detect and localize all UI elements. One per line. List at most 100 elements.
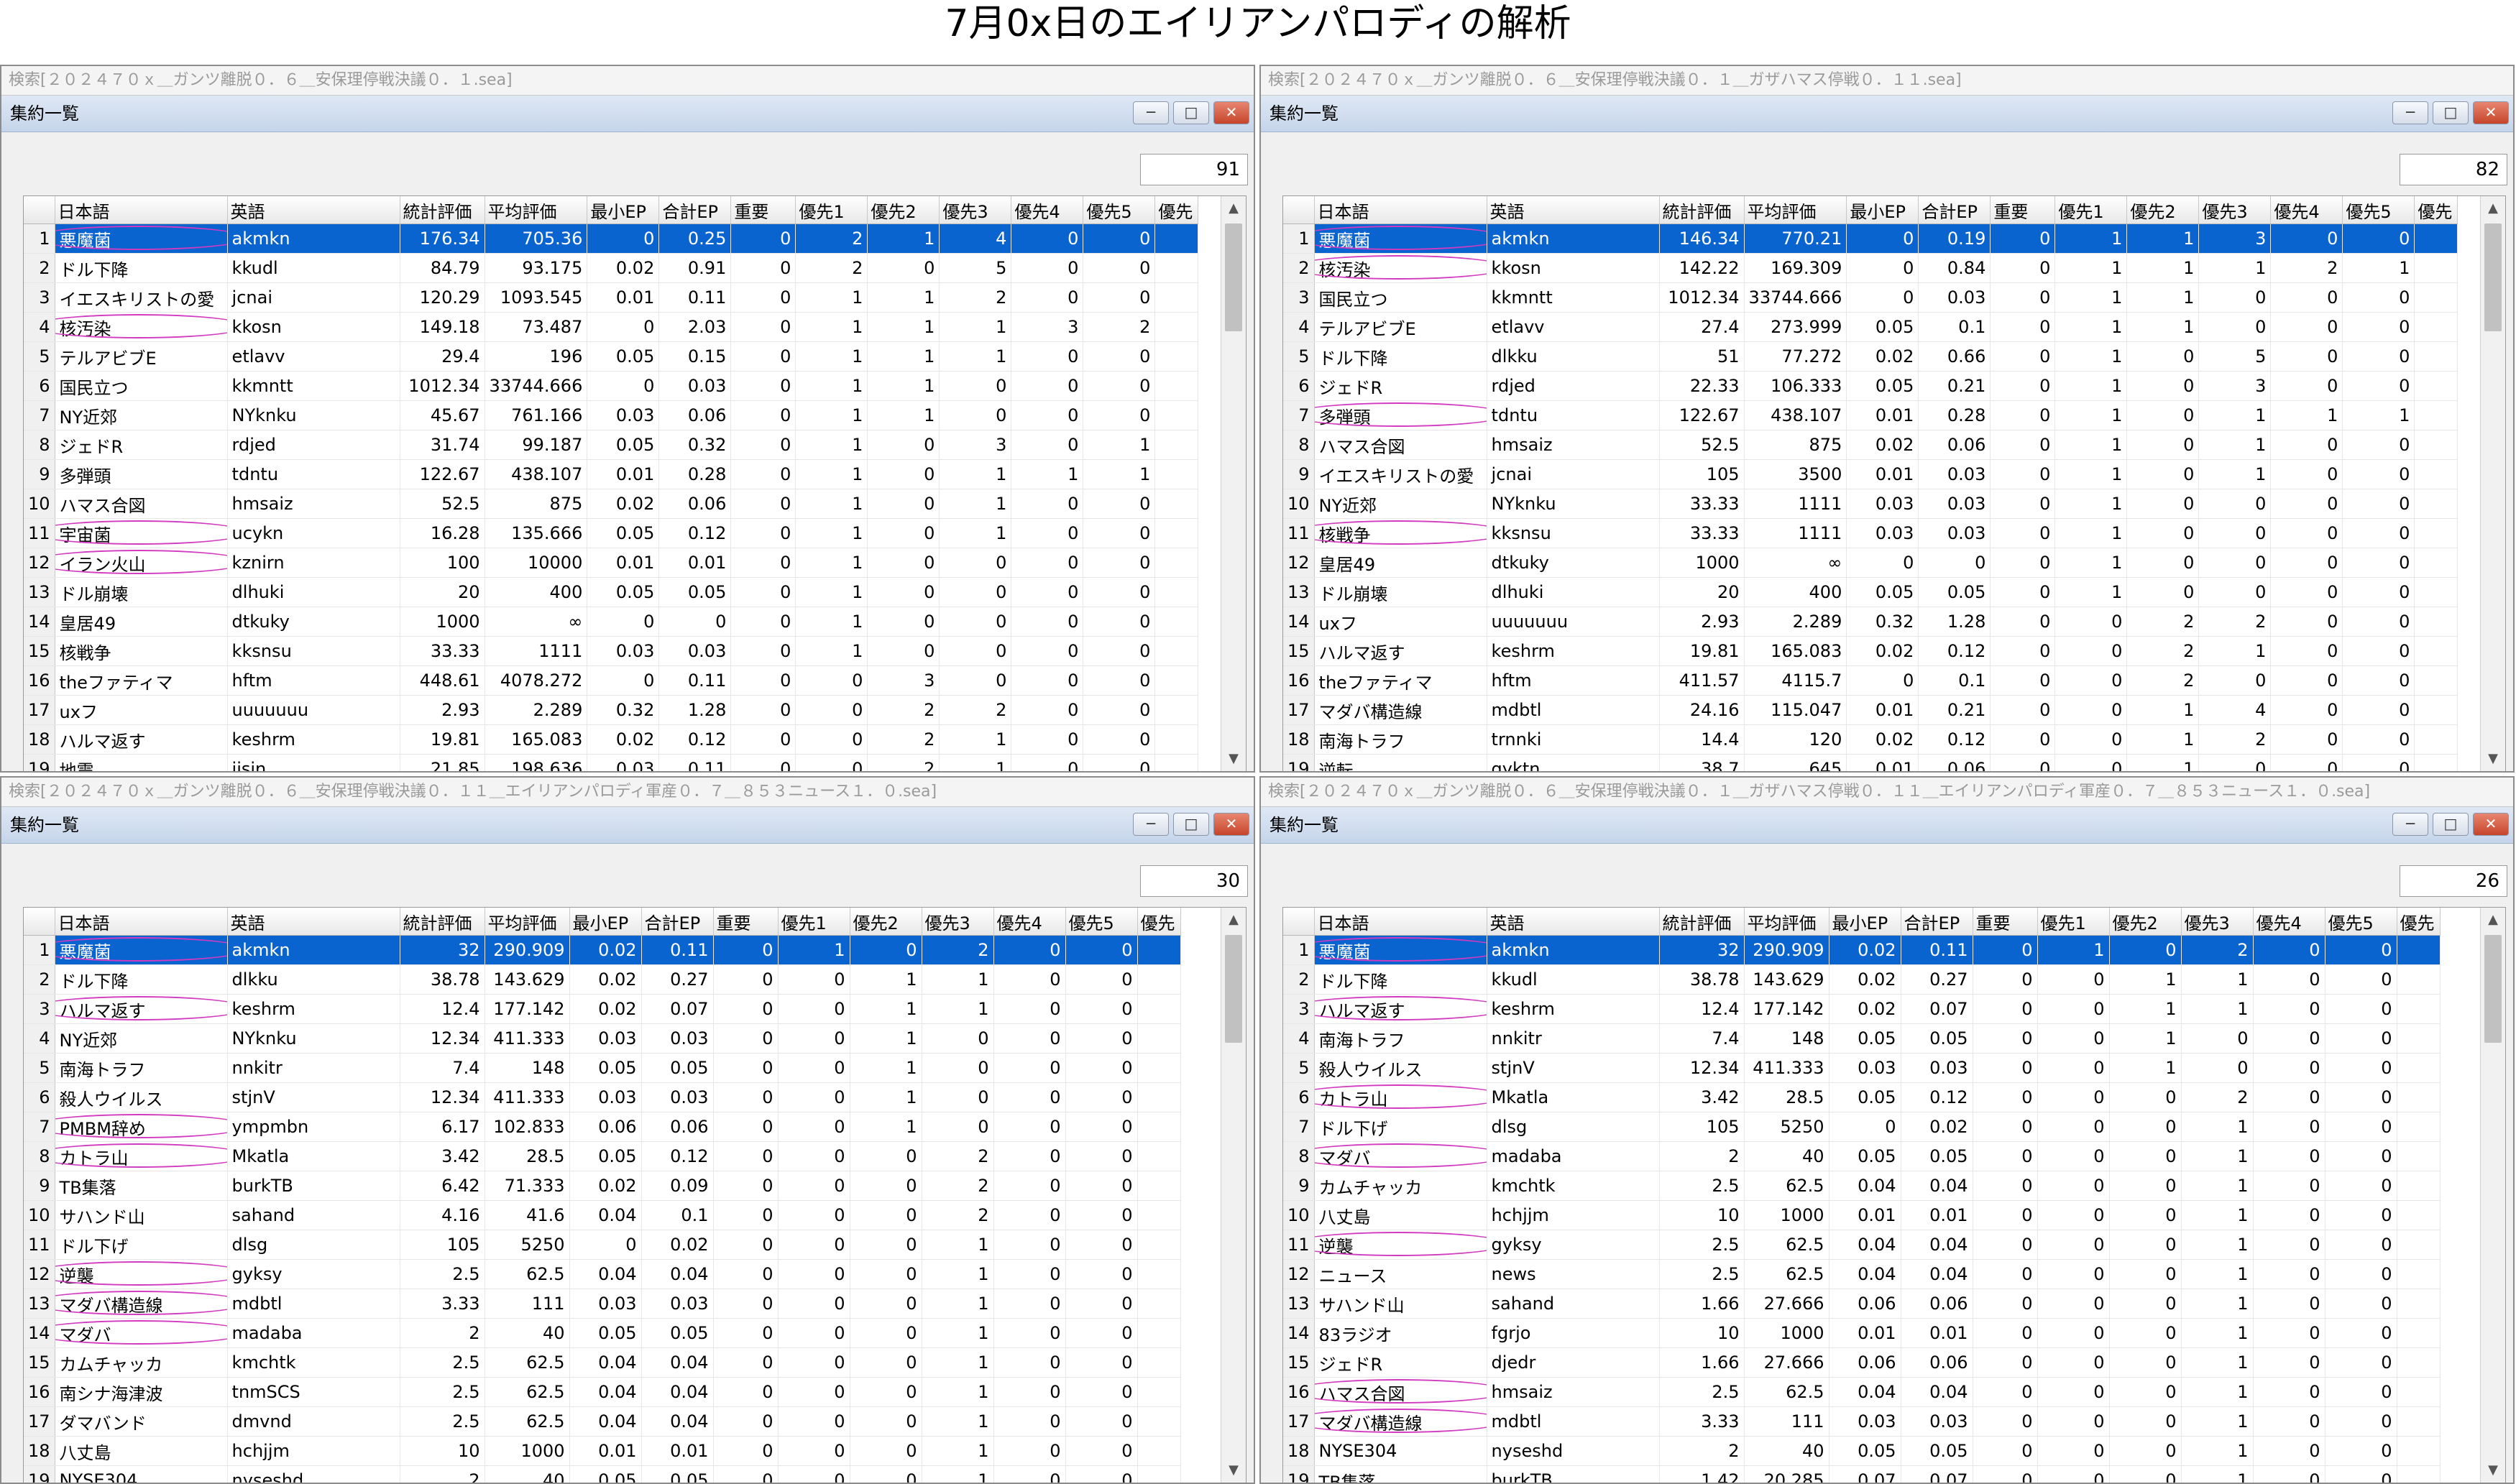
table-row[interactable]: 11 宇宙菌 ucykn 16.28 135.666 0.05 0.12 0 1 0 1 0 0 [24,518,1199,548]
scroll-down-icon[interactable]: ▼ [1221,1458,1246,1483]
table-row[interactable]: 1 悪魔菌 akmkn 32 290.909 0.02 0.11 0 1 0 2 0 0 [1283,935,2441,965]
table-row[interactable]: 10 ハマス合図 hmsaiz 52.5 875 0.02 0.06 0 1 0 1 0 0 [24,489,1199,519]
table-row[interactable]: 12 皇居49 dtkuky 1000 ∞ 0 0 0 1 0 0 0 0 [1283,548,2458,578]
table-row[interactable]: 17 ダマバンド dmvnd 2.5 62.5 0.04 0.04 0 0 0 1 0 0 [24,1406,1181,1437]
table-row[interactable]: 6 ジェドR rdjed 22.33 106.333 0.05 0.21 0 1 0 3 0 0 [1283,371,2458,401]
table-row[interactable]: 17 マダバ構造線 mdbtl 24.16 115.047 0.01 0.21 0 0 1 4 0 0 [1283,695,2458,725]
table-row[interactable]: 5 テルアビブE etlavv 29.4 196 0.05 0.15 0 1 1 1 0 0 [24,341,1199,372]
vertical-scrollbar[interactable]: ▲ ▼ [1221,908,1246,1483]
table-row[interactable]: 19 地震 jisin 21.85 198.636 0.03 0.11 0 0 2 1 0 0 [24,754,1199,771]
col-priority1-header[interactable]: 優先1 [2054,196,2128,224]
col-priority4-header[interactable]: 優先4 [2270,196,2343,224]
minimize-button[interactable]: ─ [2392,101,2428,124]
table-row[interactable]: 4 核汚染 kkosn 149.18 73.487 0 2.03 0 1 1 1 3 2 [24,312,1199,342]
table-row[interactable]: 15 核戦争 kksnsu 33.33 1111 0.03 0.03 0 1 0 0 0 0 [24,636,1199,666]
col-priority1-header[interactable]: 優先1 [2037,908,2110,936]
table-row[interactable]: 4 南海トラフ nnkitr 7.4 148 0.05 0.05 0 0 1 0 0 0 [1283,1023,2441,1054]
table-row[interactable]: 5 ドル下降 dlkku 51 77.272 0.02 0.66 0 1 0 5 0 0 [1283,341,2458,372]
vertical-scrollbar[interactable]: ▲ ▼ [1221,196,1246,771]
table-row[interactable]: 13 ドル崩壊 dlhuki 20 400 0.05 0.05 0 1 0 0 0 0 [1283,577,2458,607]
table-row[interactable]: 9 多弾頭 tdntu 122.67 438.107 0.01 0.28 0 1 0 1 1 1 [24,459,1199,489]
scroll-down-icon[interactable]: ▼ [1221,747,1246,771]
col-priority5-header[interactable]: 優先5 [1083,196,1156,224]
scroll-thumb[interactable] [2484,935,2502,1043]
col-priority3-header[interactable]: 優先3 [939,196,1012,224]
table-row[interactable]: 18 ハルマ返す keshrm 19.81 165.083 0.02 0.12 0 0 2 1 0 0 [24,724,1199,755]
table-row[interactable]: 8 カトラ山 Mkatla 3.42 28.5 0.05 0.12 0 0 0 2 0 0 [24,1141,1181,1171]
table-row[interactable]: 12 逆襲 gyksy 2.5 62.5 0.04 0.04 0 0 0 1 0 0 [24,1259,1181,1289]
col-priority5-header[interactable]: 優先5 [2342,196,2415,224]
col-english-header[interactable]: 英語 [227,196,400,224]
col-min-ep-header[interactable]: 最小EP [1829,908,1901,936]
col-priority4-header[interactable]: 優先4 [993,908,1066,936]
col-priority3-header[interactable]: 優先3 [2181,908,2254,936]
col-stat-eval-header[interactable]: 統計評価 [400,196,485,224]
col-important-header[interactable]: 重要 [730,196,796,224]
scroll-down-icon[interactable]: ▼ [2481,747,2505,771]
table-row[interactable]: 3 イエスキリストの愛 jcnai 120.29 1093.545 0.01 0.11 0 1 1… [24,282,1199,313]
col-priority2-header[interactable]: 優先2 [2126,196,2200,224]
table-row[interactable]: 18 八丈島 hchjjm 10 1000 0.01 0.01 0 0 0 1 0 0 [24,1436,1181,1466]
table-row[interactable]: 6 カトラ山 Mkatla 3.42 28.5 0.05 0.12 0 0 0 2 0 0 [1283,1082,2441,1112]
table-row[interactable]: 2 核汚染 kkosn 142.22 169.309 0 0.84 0 1 1 1 2 1 [1283,253,2458,283]
col-important-header[interactable]: 重要 [1990,196,2056,224]
table-row[interactable]: 2 ドル下降 dlkku 38.78 143.629 0.02 0.27 0 0 1 1 0 0 [24,964,1181,995]
table-row[interactable]: 10 八丈島 hchjjm 10 1000 0.01 0.01 0 0 0 1 0 0 [1283,1200,2441,1230]
table-row[interactable]: 12 イラン火山 kznirn 100 10000 0.01 0.01 0 1 0 0 0 0 [24,548,1199,578]
table-row[interactable]: 17 マダバ構造線 mdbtl 3.33 111 0.03 0.03 0 0 0 1 0 0 [1283,1406,2441,1437]
table-row[interactable]: 3 国民立つ kkmntt 1012.34 33744.666 0 0.03 0 1 1 0 0 0 [1283,282,2458,313]
col-min-ep-header[interactable]: 最小EP [569,908,642,936]
scroll-down-icon[interactable]: ▼ [2481,1458,2505,1483]
col-total-ep-header[interactable]: 合計EP [1901,908,1973,936]
table-row[interactable]: 14 83ラジオ fgrjo 10 1000 0.01 0.01 0 0 0 1 0 0 [1283,1318,2441,1348]
scroll-up-icon[interactable]: ▲ [1221,908,1246,932]
col-priority-header[interactable]: 優先 [1154,196,1199,224]
table-row[interactable]: 4 テルアビブE etlavv 27.4 273.999 0.05 0.1 0 1 1 0 0 0 [1283,312,2458,342]
minimize-button[interactable]: ─ [2392,813,2428,836]
maximize-button[interactable]: □ [2433,101,2469,124]
col-avg-eval-header[interactable]: 平均評価 [1744,908,1829,936]
maximize-button[interactable]: □ [1173,101,1209,124]
maximize-button[interactable]: □ [2433,813,2469,836]
table-row[interactable]: 14 皇居49 dtkuky 1000 ∞ 0 0 0 1 0 0 0 0 [24,607,1199,637]
table-row[interactable]: 1 悪魔菌 akmkn 146.34 770.21 0 0.19 0 1 1 3 0 0 [1283,223,2458,254]
table-row[interactable]: 19 TB集落 burkTB 1.42 20.285 0.07 0.07 0 0 0 1 0 0 [1283,1465,2441,1483]
col-japanese-header[interactable]: 日本語 [55,196,228,224]
table-row[interactable]: 8 ハマス合図 hmsaiz 52.5 875 0.02 0.06 0 1 0 1 0 0 [1283,430,2458,460]
table-row[interactable]: 10 NY近郊 NYknku 33.33 1111 0.03 0.03 0 1 0 0 0 0 [1283,489,2458,519]
table-row[interactable]: 9 イエスキリストの愛 jcnai 105 3500 0.01 0.03 0 1 0 1 0 0 [1283,459,2458,489]
col-avg-eval-header[interactable]: 平均評価 [485,196,588,224]
table-row[interactable]: 6 殺人ウイルス stjnV 12.34 411.333 0.03 0.03 0 0 1 0 0 0 [24,1082,1181,1112]
table-row[interactable]: 19 逆転 gyktn 38.7 645 0.01 0.06 0 0 1 0 0 0 [1283,754,2458,771]
close-button[interactable]: ✕ [1213,101,1249,124]
table-row[interactable]: 7 NY近郊 NYknku 45.67 761.166 0.03 0.06 0 1 1 0 0 0 [24,400,1199,430]
col-priority2-header[interactable]: 優先2 [2109,908,2182,936]
col-total-ep-header[interactable]: 合計EP [1918,196,1991,224]
col-stat-eval-header[interactable]: 統計評価 [1659,196,1745,224]
table-row[interactable]: 3 ハルマ返す keshrm 12.4 177.142 0.02 0.07 0 0 1 1 0 0 [24,994,1181,1024]
table-row[interactable]: 13 ドル崩壊 dlhuki 20 400 0.05 0.05 0 1 0 0 0 0 [24,577,1199,607]
table-row[interactable]: 11 逆襲 gyksy 2.5 62.5 0.04 0.04 0 0 0 1 0 0 [1283,1230,2441,1260]
table-row[interactable]: 8 ジェドR rdjed 31.74 99.187 0.05 0.32 0 1 0 3 0 1 [24,430,1199,460]
table-row[interactable]: 6 国民立つ kkmntt 1012.34 33744.666 0 0.03 0 1 1 0 0 0 [24,371,1199,401]
scroll-thumb[interactable] [1225,223,1242,331]
table-row[interactable]: 18 南海トラフ trnnki 14.4 120 0.02 0.12 0 0 1 2 0 0 [1283,724,2458,755]
table-row[interactable]: 15 カムチャッカ kmchtk 2.5 62.5 0.04 0.04 0 0 0 1 0 0 [24,1347,1181,1378]
scroll-thumb[interactable] [1225,935,1242,1043]
table-row[interactable]: 7 多弾頭 tdntu 122.67 438.107 0.01 0.28 0 1 0 1 1 1 [1283,400,2458,430]
col-japanese-header[interactable]: 日本語 [55,908,228,936]
maximize-button[interactable]: □ [1173,813,1209,836]
col-priority5-header[interactable]: 優先5 [2325,908,2397,936]
close-button[interactable]: ✕ [2473,101,2509,124]
close-button[interactable]: ✕ [1213,813,1249,836]
col-total-ep-header[interactable]: 合計EP [658,196,732,224]
table-row[interactable]: 5 南海トラフ nnkitr 7.4 148 0.05 0.05 0 0 1 0 0 0 [24,1053,1181,1083]
table-row[interactable]: 11 核戦争 kksnsu 33.33 1111 0.03 0.03 0 1 0 0 0 0 [1283,518,2458,548]
vertical-scrollbar[interactable]: ▲ ▼ [2480,196,2505,771]
col-english-header[interactable]: 英語 [227,908,400,936]
col-stat-eval-header[interactable]: 統計評価 [1659,908,1745,936]
table-row[interactable]: 1 悪魔菌 akmkn 176.34 705.36 0 0.25 0 2 1 4 0 0 [24,223,1199,254]
table-row[interactable]: 15 ジェドR djedr 1.66 27.666 0.06 0.06 0 0 0 1 0 0 [1283,1347,2441,1378]
minimize-button[interactable]: ─ [1133,813,1169,836]
table-row[interactable]: 10 サハンド山 sahand 4.16 41.6 0.04 0.1 0 0 0 2 0 0 [24,1200,1181,1230]
